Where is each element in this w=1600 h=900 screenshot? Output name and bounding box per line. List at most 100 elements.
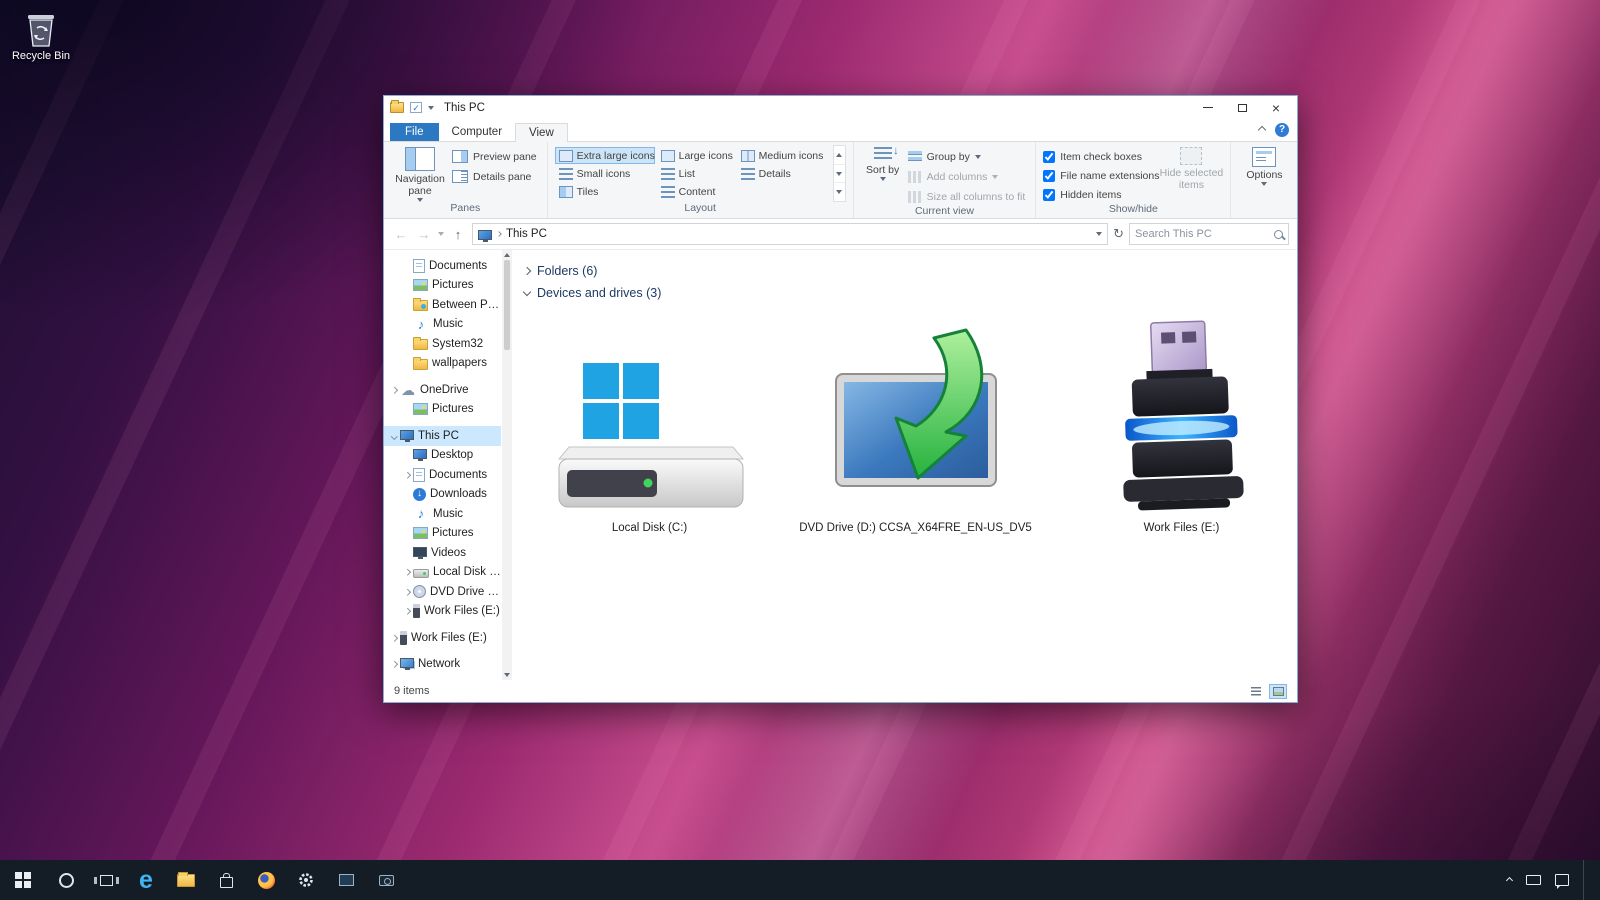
group-by-button[interactable]: Group by [905,148,1029,165]
sort-by-button[interactable]: Sort by [861,145,905,205]
minimize-button[interactable] [1191,97,1225,118]
address-bar[interactable]: This PC [472,223,1108,245]
navigation-pane-button[interactable]: Navigation pane [391,145,449,202]
layout-option-details[interactable]: Details [737,165,829,182]
firefox-button[interactable] [246,860,286,900]
forward-button[interactable]: → [415,227,433,242]
sidebar-item-network[interactable]: Network [384,655,501,675]
checkbox-input[interactable] [1043,170,1055,182]
add-columns-button[interactable]: Add columns [905,168,1029,185]
size-all-columns-button[interactable]: Size all columns to fit [905,188,1029,205]
scrollbar-down-icon[interactable] [504,673,510,677]
thumbnails-view-button[interactable] [1269,684,1287,699]
search-input[interactable] [1135,228,1270,240]
sidebar-item-between-pcs[interactable]: Between PCs [384,295,501,315]
layout-option-tiles[interactable]: Tiles [555,183,655,200]
action-center-icon[interactable] [1555,874,1569,886]
checkbox-file-name-extensions[interactable]: File name extensions [1043,167,1159,184]
group-header-folders[interactable]: Folders (6) [524,260,1287,282]
scrollbar-thumb[interactable] [504,260,510,350]
sidebar-item-system32[interactable]: System32 [384,334,501,354]
tab-computer[interactable]: Computer [439,123,516,141]
checkbox-item-check-boxes[interactable]: Item check boxes [1043,148,1159,165]
search-box[interactable] [1129,223,1289,245]
layout-option-large-icons[interactable]: Large icons [657,147,735,164]
sidebar-item-onedrive[interactable]: ☁OneDrive [384,380,501,400]
hide-selected-items-button[interactable]: Hide selected items [1159,145,1223,203]
back-button[interactable]: ← [392,227,410,242]
sidebar-item-documents[interactable]: Documents [384,256,501,276]
sidebar-item-wallpapers[interactable]: wallpapers [384,354,501,374]
settings-button[interactable] [286,860,326,900]
sidebar-item-downloads[interactable]: ↓Downloads [384,485,501,505]
task-view-button[interactable] [86,860,126,900]
expand-caret-icon[interactable] [388,434,400,439]
drive-tile-dvd-d[interactable]: DVD Drive (D:) CCSA_X64FRE_EN-US_DV5 [793,318,1038,534]
sidebar-item-videos[interactable]: Videos [384,543,501,563]
gallery-scroll-down-button[interactable] [834,165,845,184]
gallery-scroll-up-button[interactable] [834,146,845,165]
drive-tile-work-files-e[interactable]: Work Files (E:) [1076,318,1287,534]
expand-caret-icon[interactable] [388,388,400,393]
layout-option-small-icons[interactable]: Small icons [555,165,655,182]
expand-caret-icon[interactable] [401,609,413,614]
expand-caret-icon[interactable] [388,636,400,641]
layout-option-extra-large-icons[interactable]: Extra large icons [555,147,655,164]
chevron-right-icon[interactable] [523,267,531,275]
details-pane-button[interactable]: Details pane [449,168,540,185]
breadcrumb-this-pc[interactable]: This PC [506,228,547,240]
maximize-button[interactable] [1225,97,1259,118]
camera-app-button[interactable] [366,860,406,900]
sidebar-item-dvd-drive-d-c[interactable]: DVD Drive (D:) C [384,582,501,602]
sidebar-item-pictures[interactable]: Pictures [384,524,501,544]
tray-chevron-icon[interactable] [1506,876,1513,883]
address-dropdown-caret-icon[interactable] [1096,232,1102,236]
up-button[interactable]: ↑ [449,227,467,242]
app-window-button[interactable] [326,860,366,900]
store-button[interactable] [206,860,246,900]
items-view[interactable]: Folders (6) Devices and drives (3) [512,250,1297,680]
edge-button[interactable]: e [126,860,166,900]
sidebar-item-music[interactable]: ♪Music [384,315,501,335]
touch-keyboard-icon[interactable] [1526,875,1541,885]
checkbox-hidden-items[interactable]: Hidden items [1043,186,1159,203]
sidebar-item-documents[interactable]: Documents [384,465,501,485]
title-bar[interactable]: ✓ This PC × [384,96,1297,119]
properties-shortcut-icon[interactable]: ✓ [410,102,422,113]
expand-caret-icon[interactable] [388,662,400,667]
expand-caret-icon[interactable] [401,590,413,595]
sidebar-item-pictures[interactable]: Pictures [384,400,501,420]
chevron-down-icon[interactable] [523,287,531,295]
tab-file[interactable]: File [390,123,439,141]
help-icon[interactable]: ? [1275,123,1289,137]
refresh-button[interactable]: ↻ [1113,226,1124,242]
start-button[interactable] [0,860,46,900]
minimize-ribbon-icon[interactable] [1258,126,1266,134]
file-explorer-button[interactable] [166,860,206,900]
expand-caret-icon[interactable] [401,473,413,478]
sidebar-item-desktop[interactable]: Desktop [384,446,501,466]
recycle-bin-shortcut[interactable]: Recycle Bin [8,8,74,62]
show-desktop-button[interactable] [1583,860,1588,900]
checkbox-input[interactable] [1043,189,1055,201]
layout-option-list[interactable]: List [657,165,735,182]
options-button[interactable]: Options [1238,145,1290,202]
tab-view[interactable]: View [515,123,568,142]
group-header-devices-drives[interactable]: Devices and drives (3) [524,282,1287,304]
close-button[interactable]: × [1259,97,1293,118]
sidebar-item-work-files-e[interactable]: Work Files (E:) [384,628,501,648]
sidebar-item-pictures[interactable]: Pictures [384,276,501,296]
details-view-button[interactable] [1247,684,1265,699]
gallery-more-button[interactable] [834,183,845,201]
preview-pane-button[interactable]: Preview pane [449,148,540,165]
layout-option-medium-icons[interactable]: Medium icons [737,147,829,164]
sidebar-item-work-files-e[interactable]: Work Files (E:) [384,602,501,622]
customize-qat-caret-icon[interactable] [428,106,434,110]
sidebar-item-this-pc[interactable]: This PC [384,426,501,446]
expand-caret-icon[interactable] [401,570,413,575]
layout-option-content[interactable]: Content [657,183,735,200]
recent-locations-caret-icon[interactable] [438,232,444,236]
scrollbar-up-icon[interactable] [504,253,510,257]
sidebar-scrollbar[interactable] [502,250,512,680]
checkbox-input[interactable] [1043,151,1055,163]
